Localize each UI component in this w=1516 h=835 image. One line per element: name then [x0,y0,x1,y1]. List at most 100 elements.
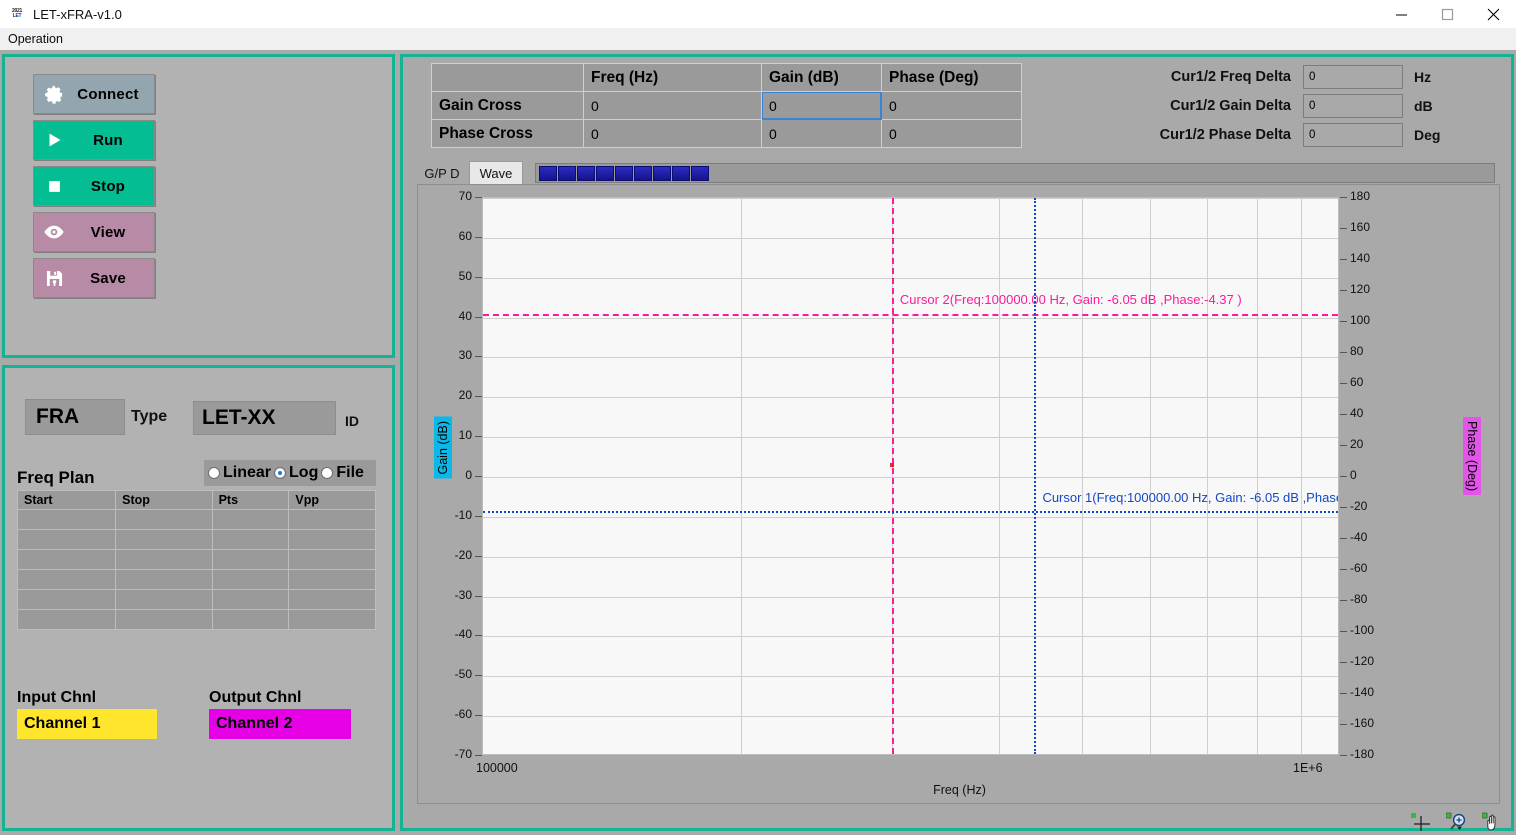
window-controls [1378,0,1516,28]
cell-start[interactable] [18,510,116,530]
save-button[interactable]: Save [33,258,155,298]
cell-start[interactable] [18,590,116,610]
cell-start[interactable] [18,610,116,630]
progress-bar [535,163,1495,183]
tab-gp-d[interactable]: G/P D [417,161,467,185]
cell-start[interactable] [18,570,116,590]
table-row[interactable] [18,530,376,550]
gain-tick-label: -30 [440,588,472,602]
app-logo-icon: 2021 LET [8,6,26,22]
radio-linear[interactable] [208,467,220,479]
menu-item-operation[interactable]: Operation [0,30,71,48]
cell-stop[interactable] [116,590,212,610]
cell-vpp[interactable] [289,570,376,590]
gain-delta-unit: dB [1403,98,1433,114]
tab-bar: G/P D Wave [411,161,1505,185]
output-channel-value[interactable]: Channel 2 [209,709,351,739]
cell-start[interactable] [18,530,116,550]
horizontal-gridline [483,597,1338,598]
gain-cross-gain[interactable]: 0 [762,92,882,120]
graph-palette [1410,812,1502,830]
gain-cross-row: Gain Cross 0 0 0 [432,92,1022,120]
table-row[interactable] [18,510,376,530]
gear-icon [34,85,74,104]
setup-panel: FRA Type LET-XX ID Freq Plan Linear Log … [2,365,395,831]
phase-cross-gain[interactable]: 0 [762,120,882,148]
crosshair-cursor-tool[interactable] [1410,812,1430,830]
cell-vpp[interactable] [289,510,376,530]
phase-axis-title: Phase (Deg) [1463,417,1481,495]
progress-segment [539,166,557,181]
maximize-icon[interactable] [1424,0,1470,28]
phase-tick-label: 20 [1350,437,1363,451]
phase-delta-field[interactable]: 0 [1303,123,1403,147]
crossover-results-table: Freq (Hz) Gain (dB) Phase (Deg) Gain Cro… [431,63,1022,148]
cell-vpp[interactable] [289,610,376,630]
cell-pts[interactable] [212,610,289,630]
tab-wave[interactable]: Wave [469,161,523,185]
radio-file[interactable] [321,467,333,479]
minimize-icon[interactable] [1378,0,1424,28]
phase-cross-label: Phase Cross [432,120,584,148]
cell-vpp[interactable] [289,590,376,610]
cursor-delta-group: Cur1/2 Freq Delta 0 Hz Cur1/2 Gain Delta… [1143,63,1440,150]
cell-vpp[interactable] [289,530,376,550]
phase-cross-phase[interactable]: 0 [882,120,1022,148]
phase-tick-mark [1340,476,1347,477]
phase-tick-mark [1340,631,1347,632]
cursor-1-vertical-line[interactable] [1034,198,1036,754]
cell-stop[interactable] [116,550,212,570]
cursor-2-horizontal-line[interactable] [483,314,1338,316]
phase-tick-label: -100 [1350,623,1374,637]
cell-pts[interactable] [212,530,289,550]
stop-button-label: Stop [74,178,154,195]
table-row[interactable] [18,550,376,570]
plot-area[interactable]: Cursor 2(Freq:100000.00 Hz, Gain: -6.05 … [482,197,1339,755]
gain-tick-label: -40 [440,627,472,641]
progress-segment [596,166,614,181]
pan-hand-tool[interactable] [1482,812,1502,830]
gain-cross-freq[interactable]: 0 [584,92,762,120]
horizontal-gridline [483,318,1338,319]
cell-stop[interactable] [116,530,212,550]
phase-cross-freq[interactable]: 0 [584,120,762,148]
gain-delta-field[interactable]: 0 [1303,94,1403,118]
cursor-1-horizontal-line[interactable] [483,511,1338,513]
cell-pts[interactable] [212,550,289,570]
phase-tick-mark [1340,693,1347,694]
cell-pts[interactable] [212,510,289,530]
zoom-tool[interactable] [1446,812,1466,830]
cell-pts[interactable] [212,590,289,610]
type-value-field[interactable]: FRA [25,399,125,435]
table-row[interactable] [18,590,376,610]
input-channel-value[interactable]: Channel 1 [17,709,157,739]
view-button[interactable]: View [33,212,155,252]
cell-stop[interactable] [116,610,212,630]
progress-segment [691,166,709,181]
cursor-2-label: Cursor 2(Freq:100000.00 Hz, Gain: -6.05 … [900,292,1242,307]
gain-tick-label: 0 [440,468,472,482]
horizontal-gridline [483,676,1338,677]
stop-button[interactable]: Stop [33,166,155,206]
phase-tick-mark [1340,352,1347,353]
cell-vpp[interactable] [289,550,376,570]
id-value-field[interactable]: LET-XX [193,401,336,435]
cell-stop[interactable] [116,570,212,590]
cursor-2-vertical-line[interactable] [892,198,894,754]
freq-delta-field[interactable]: 0 [1303,65,1403,89]
gain-cross-phase[interactable]: 0 [882,92,1022,120]
close-icon[interactable] [1470,0,1516,28]
cell-pts[interactable] [212,570,289,590]
phase-tick-mark [1340,197,1347,198]
cell-start[interactable] [18,550,116,570]
table-row[interactable] [18,610,376,630]
phase-tick-mark [1340,259,1347,260]
phase-tick-mark [1340,662,1347,663]
connect-button[interactable]: Connect [33,74,155,114]
measurement-panel: Freq (Hz) Gain (dB) Phase (Deg) Gain Cro… [400,54,1514,831]
phase-delta-unit: Deg [1403,127,1440,143]
radio-log[interactable] [274,467,286,479]
cell-stop[interactable] [116,510,212,530]
table-row[interactable] [18,570,376,590]
run-button[interactable]: Run [33,120,155,160]
